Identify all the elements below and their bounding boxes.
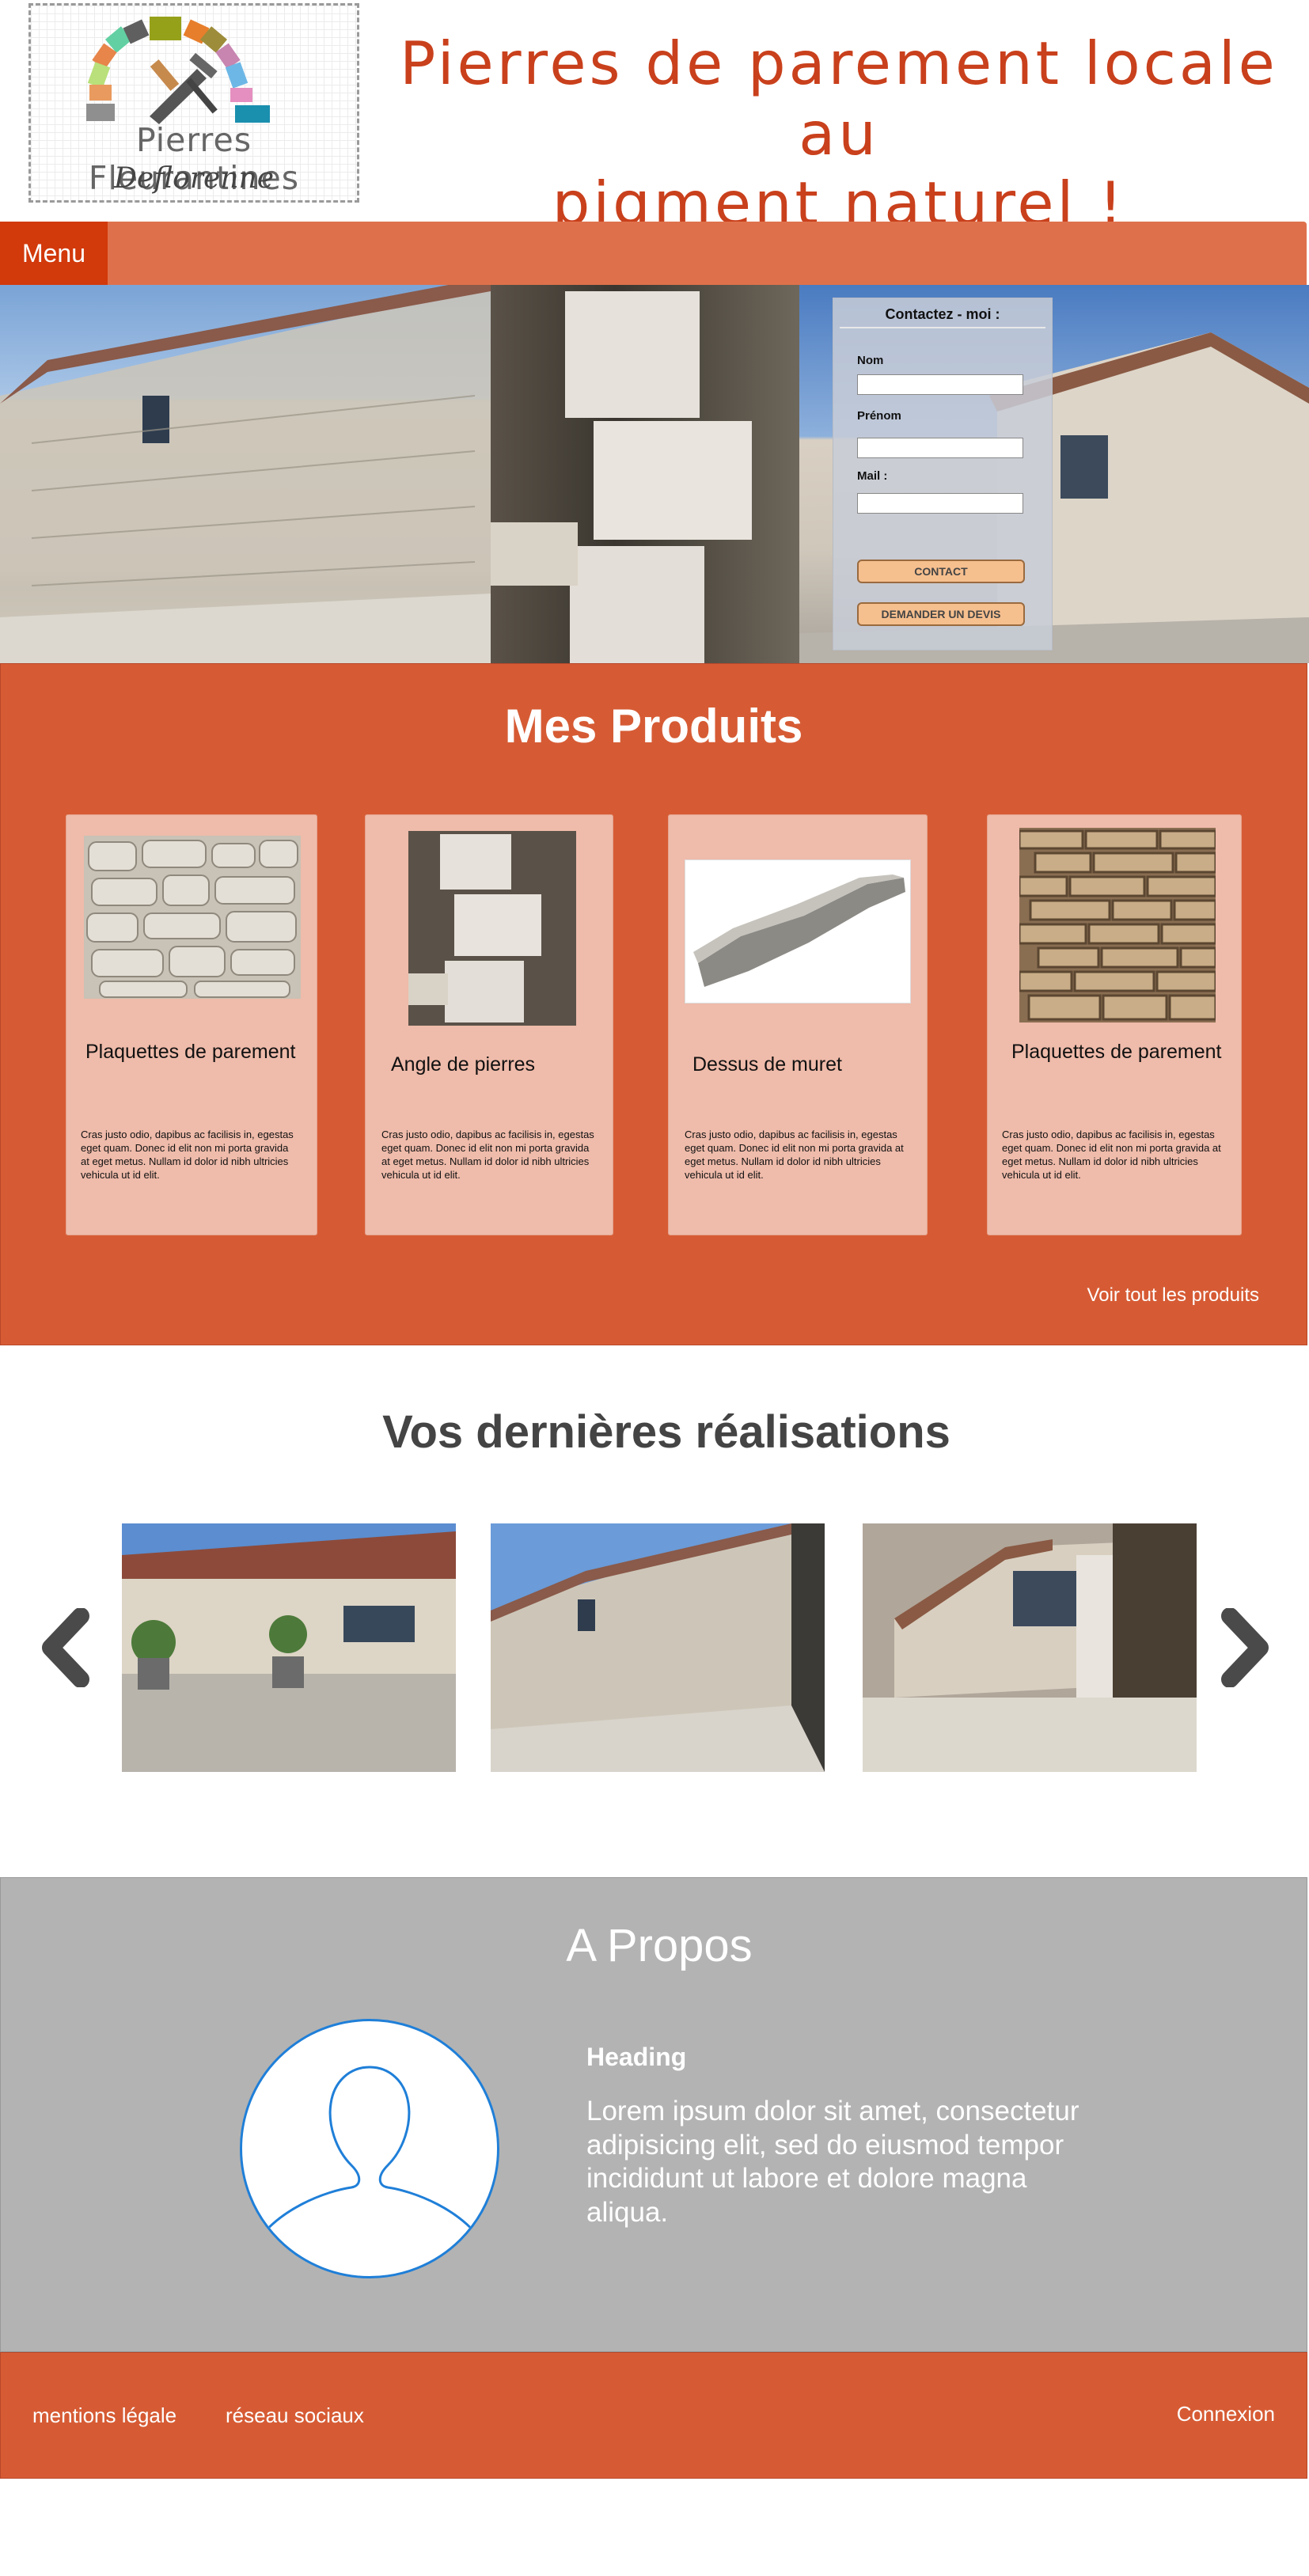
name-field[interactable]: [857, 374, 1023, 395]
about-section: A Propos Heading Lorem ipsum dolor sit a…: [0, 1877, 1307, 2352]
product-description: Cras justo odio, dapibus ac facilisis in…: [381, 1129, 594, 1181]
carousel-prev-button[interactable]: [36, 1607, 92, 1688]
nav-bar: Menu: [0, 222, 1307, 285]
products-section: Mes Produits Plaquettes de parement Cras…: [0, 663, 1307, 1345]
realisation-photo[interactable]: [491, 1523, 825, 1772]
stone-texture: [86, 840, 298, 998]
product-image-corner-stones: [408, 831, 576, 1026]
realisations-title: Vos dernières réalisations: [382, 1406, 950, 1458]
mail-label: Mail :: [857, 469, 888, 483]
logo-color-fan: [86, 17, 270, 123]
menu-button[interactable]: Menu: [0, 222, 108, 285]
product-card[interactable]: Plaquettes de parement Cras justo odio, …: [987, 814, 1242, 1235]
hero-banner: Contactez - moi : Nom Prénom Mail : CONT…: [0, 285, 1309, 663]
stone-wall-pattern: [0, 285, 491, 663]
user-silhouette-icon: [249, 2066, 491, 2253]
logo-sub-text: Deflorenne: [113, 162, 275, 195]
social-networks-link[interactable]: réseau sociaux: [226, 2403, 364, 2428]
mail-field[interactable]: [857, 493, 1023, 514]
name-label: Nom: [857, 354, 884, 367]
divider: [840, 327, 1045, 328]
avatar: [240, 2019, 499, 2278]
product-card[interactable]: Plaquettes de parement Cras justo odio, …: [66, 814, 317, 1235]
quote-button[interactable]: DEMANDER UN DEVIS: [857, 602, 1025, 626]
carousel-next-button[interactable]: [1219, 1607, 1274, 1688]
product-name: Angle de pierres: [391, 1053, 536, 1076]
product-name: Plaquettes de parement: [1011, 1041, 1222, 1063]
product-name: Dessus de muret: [692, 1053, 842, 1076]
product-image-stone-wall: [84, 836, 301, 999]
see-all-products-link[interactable]: Voir tout les produits: [1087, 1284, 1259, 1307]
corner-stones-texture: [408, 834, 541, 1022]
about-title: A Propos: [566, 1920, 753, 1971]
firstname-field[interactable]: [857, 438, 1023, 458]
products-title: Mes Produits: [504, 700, 803, 753]
contact-button[interactable]: CONTACT: [857, 560, 1025, 583]
realisation-photo-3-graphic: [863, 1523, 1197, 1772]
realisation-photo[interactable]: [863, 1523, 1197, 1772]
page-title: Pierres de parement locale au pigment na…: [372, 28, 1306, 239]
contact-form: Contactez - moi : Nom Prénom Mail : CONT…: [833, 298, 1053, 651]
page-title-line-1: Pierres de parement locale au: [400, 28, 1278, 169]
product-image-wall-top: [685, 859, 911, 1003]
firstname-label: Prénom: [857, 409, 901, 423]
legal-notice-link[interactable]: mentions légale: [32, 2403, 176, 2428]
wall-top-stone: [693, 874, 905, 987]
cladding-texture: [1019, 829, 1216, 1021]
site-logo[interactable]: Pierres Fleurantines Deflorenne: [28, 3, 359, 203]
product-description: Cras justo odio, dapibus ac facilisis in…: [1002, 1129, 1221, 1181]
hero-photo-house-wall: [0, 285, 491, 663]
contact-form-title: Contactez - moi :: [885, 306, 1000, 322]
trowel-hammer-icon: [150, 52, 218, 124]
realisation-photo-1-graphic: [122, 1523, 456, 1772]
about-heading: Heading: [586, 2043, 687, 2071]
product-card[interactable]: Angle de pierres Cras justo odio, dapibu…: [365, 814, 613, 1235]
corner-stones-graphic: [491, 291, 752, 663]
product-description: Cras justo odio, dapibus ac facilisis in…: [81, 1129, 294, 1181]
product-name: Plaquettes de parement: [85, 1041, 296, 1063]
chevron-left-icon: [42, 1607, 89, 1688]
footer: mentions légale réseau sociaux Connexion: [0, 2352, 1307, 2479]
product-description: Cras justo odio, dapibus ac facilisis in…: [685, 1129, 904, 1181]
realisation-photo[interactable]: [122, 1523, 456, 1772]
product-image-cladding: [1019, 828, 1216, 1022]
login-link[interactable]: Connexion: [1177, 2402, 1275, 2426]
about-text: Lorem ipsum dolor sit amet, consectetur …: [586, 2096, 1079, 2229]
product-card[interactable]: Dessus de muret Cras justo odio, dapibus…: [668, 814, 928, 1235]
hero-photo-corner-stones: [491, 285, 799, 663]
chevron-right-icon: [1221, 1607, 1269, 1688]
realisation-photo-2-graphic: [491, 1523, 825, 1772]
